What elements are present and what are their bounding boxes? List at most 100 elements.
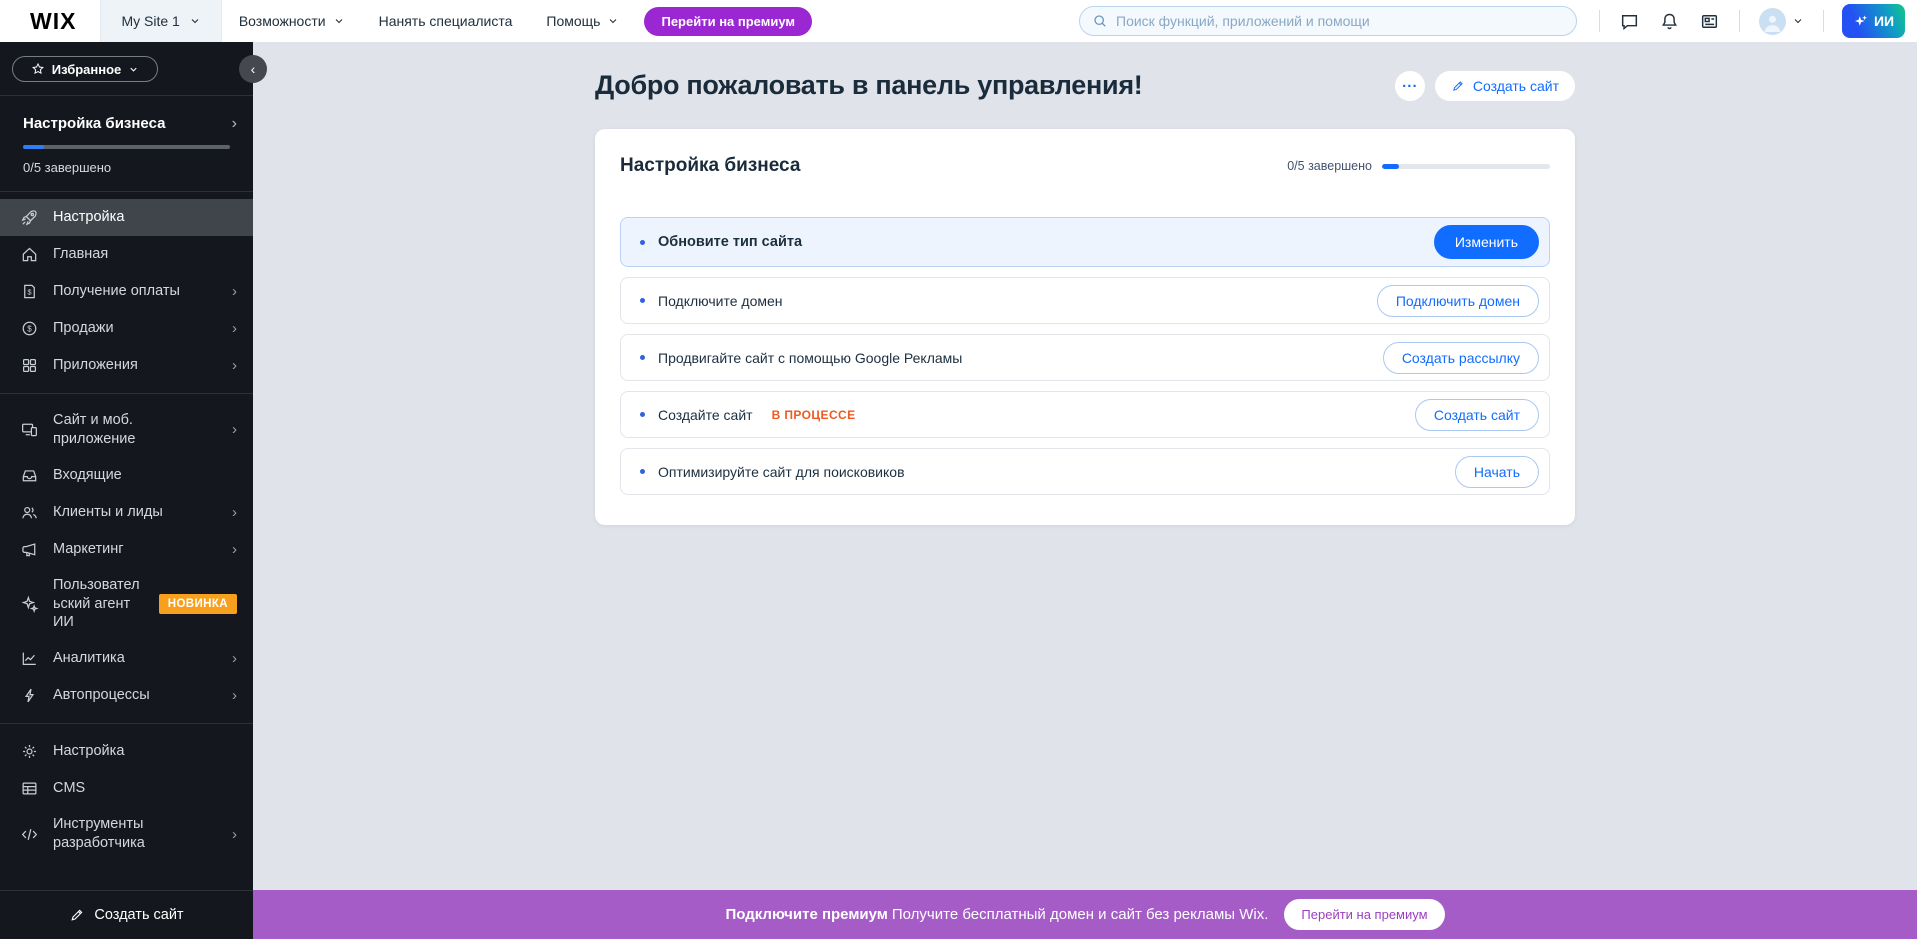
favorites-row: Избранное <box>0 42 253 95</box>
task-row: Создайте сайт В ПРОЦЕССЕ Создать сайт <box>620 391 1550 438</box>
sidebar-item-label: Инструменты разработчика <box>53 815 218 853</box>
task-action-button[interactable]: Создать сайт <box>1415 399 1539 431</box>
sidebar-item-label: Маркетинг <box>53 540 218 559</box>
task-label: Продвигайте сайт с помощью Google Реклам… <box>658 350 962 366</box>
sidebar-item[interactable]: Инструменты разработчика › <box>0 807 253 861</box>
chevron-right-icon: › <box>232 283 237 300</box>
divider <box>1823 10 1824 32</box>
topbar: WIX My Site 1 ВозможностиНанять специали… <box>0 0 1917 42</box>
sidebar-item-label: Приложения <box>53 356 218 375</box>
task-row: Продвигайте сайт с помощью Google Реклам… <box>620 334 1550 381</box>
card-progress-fill <box>1382 164 1399 169</box>
sidebar-item[interactable]: Входящие <box>0 457 253 494</box>
pencil-icon <box>1451 79 1465 93</box>
premium-banner-button[interactable]: Перейти на премиум <box>1284 899 1444 930</box>
avatar <box>1759 8 1786 35</box>
sidebar-item-label: Автопроцессы <box>53 686 218 705</box>
task-status-badge: В ПРОЦЕССЕ <box>772 408 856 422</box>
chevron-down-icon <box>189 15 201 27</box>
sidebar-item-label: Настройка <box>53 742 237 761</box>
premium-banner-text: Подключите премиумПолучите бесплатный до… <box>725 906 1268 923</box>
sidebar-item-label: Получение оплаты <box>53 282 218 301</box>
pencil-icon <box>69 907 85 923</box>
top-nav-item-1[interactable]: Нанять специалиста <box>362 0 530 42</box>
sidebar-item[interactable]: Аналитика› <box>0 640 253 677</box>
task-action-button[interactable]: Создать рассылку <box>1383 342 1539 374</box>
sidebar-item[interactable]: $ Продажи › <box>0 310 253 347</box>
business-setup-summary[interactable]: Настройка бизнеса › 0/5 завершено <box>0 96 253 191</box>
sidebar-item-label: Продажи <box>53 319 218 338</box>
sidebar: Избранное Настройка бизнеса › 0/5 заверш… <box>0 42 253 939</box>
top-nav-label: Возможности <box>239 13 326 29</box>
sidebar-collapse-button[interactable]: ‹ <box>239 55 267 83</box>
setup-progress-track <box>23 145 230 149</box>
chevron-down-icon <box>607 15 619 27</box>
top-nav-item-0[interactable]: Возможности <box>222 0 362 42</box>
task-bullet-icon <box>640 240 645 245</box>
chevron-down-icon <box>333 15 345 27</box>
task-label: Обновите тип сайта <box>658 234 802 250</box>
search-input[interactable] <box>1116 13 1564 29</box>
sidebar-item-label: Главная <box>53 245 237 264</box>
sidebar-item[interactable]: Сайт и моб. приложение› <box>0 403 253 457</box>
favorites-button[interactable]: Избранное <box>12 56 158 82</box>
sidebar-item[interactable]: Настройка <box>0 199 253 236</box>
top-navigation: Возможности Нанять специалиста Помощь <box>222 0 637 42</box>
task-action-button[interactable]: Подключить домен <box>1377 285 1539 317</box>
top-nav-item-2[interactable]: Помощь <box>529 0 636 42</box>
task-action-button[interactable]: Изменить <box>1434 225 1539 259</box>
task-bullet-icon <box>640 412 645 417</box>
ai-assistant-button[interactable]: ИИ <box>1842 4 1905 38</box>
task-bullet-icon <box>640 469 645 474</box>
account-menu[interactable] <box>1759 8 1804 35</box>
chat-icon[interactable] <box>1619 11 1640 32</box>
sidebar-item[interactable]: Клиенты и лиды› <box>0 494 253 531</box>
card-progress-label: 0/5 завершено <box>1287 159 1372 173</box>
megaphone-icon <box>20 540 39 559</box>
sidebar-item[interactable]: Маркетинг› <box>0 531 253 568</box>
sidebar-item[interactable]: Пользовательский агент ИИНОВИНКА <box>0 568 253 641</box>
more-actions-button[interactable]: ... <box>1395 71 1425 101</box>
notifications-bell-icon[interactable] <box>1659 11 1680 32</box>
chevron-down-icon <box>128 64 139 75</box>
svg-text:$: $ <box>27 287 32 296</box>
setup-progress-fill <box>23 145 44 149</box>
create-site-button[interactable]: Создать сайт <box>1435 71 1575 101</box>
chevron-right-icon: › <box>232 320 237 337</box>
business-setup-card: Настройка бизнеса 0/5 завершено Обновите… <box>595 129 1575 525</box>
task-list: Обновите тип сайтаИзменитьПодключите дом… <box>620 217 1550 495</box>
sidebar-item-label: CMS <box>53 779 237 798</box>
main-content: ‹ Добро пожаловать в панель управления! … <box>253 42 1917 890</box>
go-premium-button[interactable]: Перейти на премиум <box>644 7 812 36</box>
svg-text:$: $ <box>27 324 32 333</box>
task-row: Обновите тип сайта Изменить <box>620 217 1550 267</box>
inbox-icon <box>20 466 39 485</box>
star-icon <box>31 62 45 76</box>
contacts-icon <box>20 503 39 522</box>
devices-icon <box>20 420 39 439</box>
divider <box>0 393 253 394</box>
global-search[interactable] <box>1079 6 1577 36</box>
task-action-button[interactable]: Начать <box>1455 456 1539 488</box>
site-selector-label: My Site 1 <box>121 13 179 29</box>
sidebar-item[interactable]: Приложения› <box>0 347 253 384</box>
ai-button-label: ИИ <box>1874 13 1894 29</box>
top-nav-label: Помощь <box>546 13 600 29</box>
divider <box>1739 10 1740 32</box>
sidebar-item[interactable]: Настройка <box>0 733 253 770</box>
sidebar-item[interactable]: Автопроцессы› <box>0 677 253 714</box>
chevron-right-icon: › <box>232 650 237 667</box>
task-label: Создайте сайт <box>658 407 753 423</box>
sidebar-create-site-button[interactable]: Создать сайт <box>0 890 253 939</box>
topbar-icons <box>1599 8 1824 35</box>
chevron-right-icon: › <box>232 826 237 843</box>
card-title: Настройка бизнеса <box>620 155 800 177</box>
sidebar-item[interactable]: Главная <box>0 236 253 273</box>
site-selector[interactable]: My Site 1 <box>100 0 221 42</box>
business-setup-title: Настройка бизнеса <box>23 115 165 132</box>
sidebar-item[interactable]: CMS <box>0 770 253 807</box>
news-feed-icon[interactable] <box>1699 11 1720 32</box>
home-icon <box>20 245 39 264</box>
dollar-circle-icon: $ <box>20 319 39 338</box>
sidebar-item[interactable]: $ Получение оплаты › <box>0 273 253 310</box>
